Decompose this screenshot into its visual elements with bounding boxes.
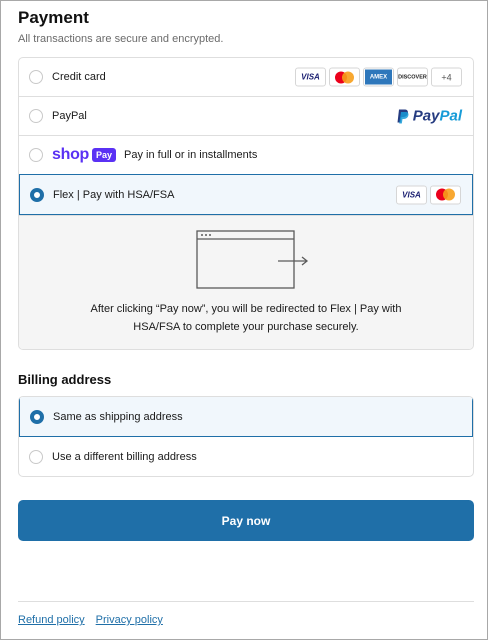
billing-address-heading: Billing address xyxy=(18,372,112,387)
flex-radio-selected[interactable] xyxy=(30,187,44,202)
payment-option-shop-pay[interactable]: shop Pay Pay in full or in installments xyxy=(19,136,473,175)
billing-address-options: Same as shipping address Use a different… xyxy=(18,396,474,477)
visa-icon: VISA xyxy=(295,67,326,87)
security-subtitle: All transactions are secure and encrypte… xyxy=(18,33,224,45)
credit-card-radio[interactable] xyxy=(29,70,43,84)
payment-option-credit-card[interactable]: Credit card VISA AMEX DISCOVER +4 xyxy=(19,58,473,97)
paypal-logo: Pay Pal xyxy=(396,108,462,125)
payment-methods-list: Credit card VISA AMEX DISCOVER +4 PayPal xyxy=(18,57,474,350)
privacy-policy-link[interactable]: Privacy policy xyxy=(96,614,163,626)
footer-links: Refund policy Privacy policy xyxy=(18,614,163,626)
paypal-radio[interactable] xyxy=(29,109,43,123)
card-brand-logos: VISA AMEX DISCOVER +4 xyxy=(295,67,462,87)
flex-label: Flex | Pay with HSA/FSA xyxy=(53,188,175,201)
redirect-message: After clicking “Pay now”, you will be re… xyxy=(90,303,402,333)
shop-pay-radio[interactable] xyxy=(29,148,43,162)
different-address-radio[interactable] xyxy=(29,449,43,464)
redirect-info-panel: After clicking “Pay now”, you will be re… xyxy=(19,215,473,349)
shop-pay-logo: shop xyxy=(52,146,90,163)
payment-option-flex-hsa-fsa[interactable]: Flex | Pay with HSA/FSA VISA xyxy=(19,174,473,215)
billing-option-same-as-shipping[interactable]: Same as shipping address xyxy=(19,397,473,437)
pay-now-button[interactable]: Pay now xyxy=(18,500,474,541)
discover-icon: DISCOVER xyxy=(397,67,428,87)
page-title: Payment xyxy=(18,8,89,27)
paypal-p-icon xyxy=(397,109,409,123)
shop-pay-label: Pay in full or in installments xyxy=(124,149,258,161)
flex-card-brand-logos: VISA xyxy=(396,185,461,204)
different-address-label: Use a different billing address xyxy=(52,450,197,463)
visa-icon: VISA xyxy=(396,185,427,204)
shop-pay-badge: Pay xyxy=(92,148,117,162)
mastercard-icon xyxy=(430,185,461,204)
same-as-shipping-label: Same as shipping address xyxy=(53,410,183,423)
more-cards-badge: +4 xyxy=(431,67,462,87)
amex-icon: AMEX xyxy=(363,67,394,87)
refund-policy-link[interactable]: Refund policy xyxy=(18,614,85,626)
payment-option-paypal[interactable]: PayPal Pay Pal xyxy=(19,97,473,136)
billing-option-different-address[interactable]: Use a different billing address xyxy=(19,437,473,476)
checkout-payment-panel: Payment All transactions are secure and … xyxy=(0,0,488,640)
credit-card-label: Credit card xyxy=(52,71,106,83)
footer-divider xyxy=(18,601,474,602)
same-as-shipping-radio[interactable] xyxy=(30,409,44,424)
paypal-label: PayPal xyxy=(52,110,87,122)
browser-redirect-icon xyxy=(196,230,309,289)
mastercard-icon xyxy=(329,67,360,87)
